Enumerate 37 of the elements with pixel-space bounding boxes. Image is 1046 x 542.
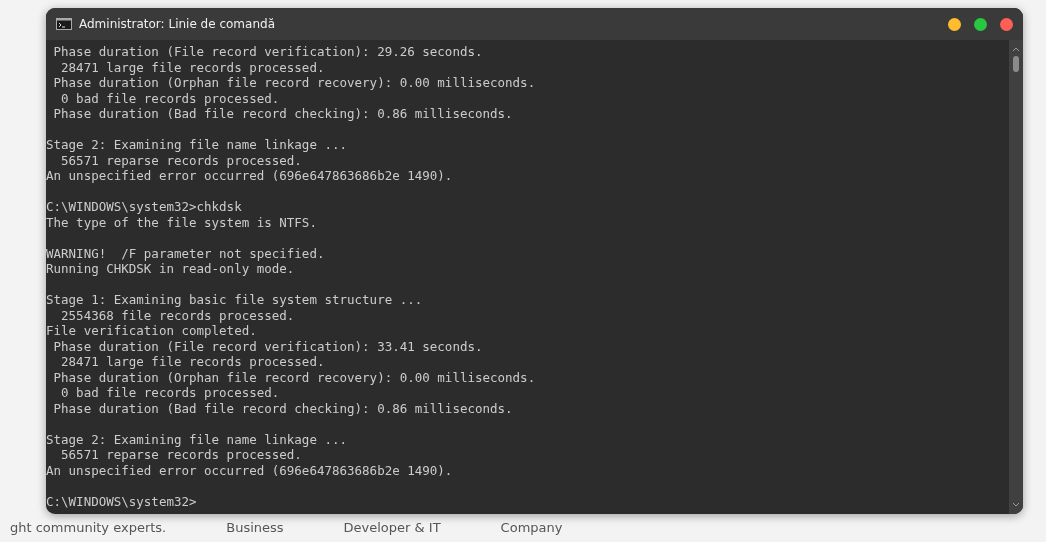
console-line: Phase duration (File record verification): 29.26 seconds. — [52, 44, 484, 60]
console-line: 2554368 file records processed. — [60, 307, 296, 323]
console-line: Phase duration (Orphan file record recovery): 0.00 milliseconds. — [52, 75, 537, 91]
console-line: Stage 2: Examining file name linkage ... — [46, 431, 349, 447]
console-line: Phase duration (File record verification): 33.41 seconds. — [52, 338, 484, 354]
console-line: Phase duration (Bad file record checking): 0.86 milliseconds. — [52, 400, 514, 416]
console-line: C:\WINDOWS\system32> — [46, 493, 198, 509]
console-line: Phase duration (Orphan file record recovery): 0.00 milliseconds. — [52, 369, 537, 385]
console-line: C:\WINDOWS\system32>chkdsk — [46, 199, 243, 215]
console-line: File verification completed. — [46, 323, 258, 339]
scroll-up-icon[interactable] — [1012, 46, 1020, 52]
console-line: Phase duration (Bad file record checking): 0.86 milliseconds. — [52, 106, 514, 122]
console-line: Stage 2: Examining file name linkage ... — [46, 137, 349, 153]
console-line: An unspecified error occurred (696e647863686b2e 1490). — [46, 168, 454, 184]
console-line: 28471 large file records processed. — [60, 59, 326, 75]
console-line: WARNING! /F parameter not specified. — [46, 245, 326, 261]
page-text: Business — [226, 520, 284, 535]
maximize-button[interactable] — [974, 17, 987, 31]
console-line: 0 bad file records processed. — [60, 385, 281, 401]
scrollbar[interactable] — [1009, 40, 1023, 514]
console-line: The type of the file system is NTFS. — [46, 214, 318, 230]
console-line: 56571 reparse records processed. — [60, 447, 303, 463]
terminal-icon — [56, 18, 72, 30]
page-text: Company — [500, 520, 563, 535]
console-line: 28471 large file records processed. — [60, 354, 326, 370]
page-text: Developer & IT — [343, 520, 441, 535]
scrollbar-thumb[interactable] — [1013, 56, 1019, 72]
console-line: An unspecified error occurred (696e647863686b2e 1490). — [46, 462, 454, 478]
console-line: 56571 reparse records processed. — [60, 152, 303, 168]
window-title: Administrator: Linie de comandă — [79, 17, 275, 31]
page-text: ght community experts. — [10, 520, 167, 535]
console-line: Stage 1: Examining basic file system structure ... — [46, 292, 424, 308]
console-line: 0 bad file records processed. — [60, 90, 281, 106]
console-line: Running CHKDSK in read-only mode. — [46, 261, 296, 277]
close-button[interactable] — [1000, 17, 1013, 31]
scroll-down-icon[interactable] — [1012, 502, 1020, 508]
minimize-button[interactable] — [948, 17, 961, 31]
